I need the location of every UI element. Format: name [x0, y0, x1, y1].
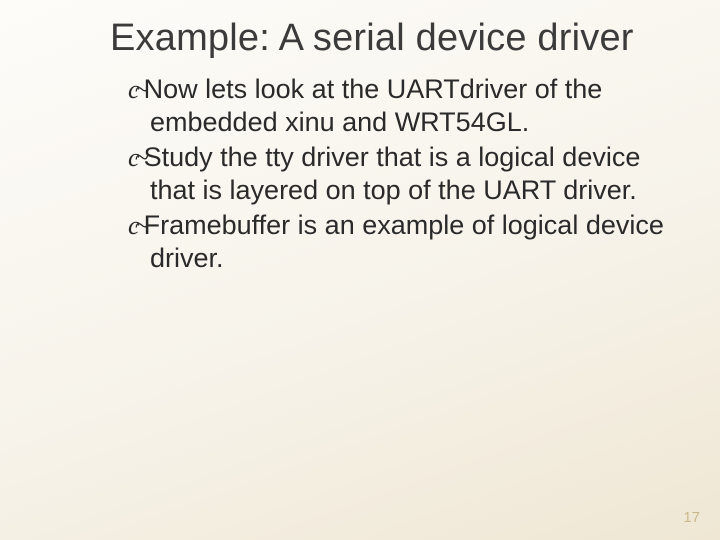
list-item: c~Study the tty driver that is a logical…	[128, 141, 670, 207]
bullet-icon: c~	[128, 75, 144, 104]
list-item-text: Framebuffer is an example of logical dev…	[144, 210, 664, 273]
bullet-icon: c~	[128, 143, 144, 172]
list-item: c~Framebuffer is an example of logical d…	[128, 209, 670, 275]
page-number: 17	[683, 509, 700, 526]
list-item-text: Now lets look at the UARTdriver of the e…	[144, 74, 603, 137]
slide-title: Example: A serial device driver	[110, 18, 670, 59]
list-item: c~Now lets look at the UARTdriver of the…	[128, 73, 670, 139]
bullet-icon: c~	[128, 211, 144, 240]
list-item-text: Study the tty driver that is a logical d…	[144, 142, 641, 205]
bullet-list: c~Now lets look at the UARTdriver of the…	[110, 73, 670, 275]
slide: Example: A serial device driver c~Now le…	[0, 0, 720, 540]
